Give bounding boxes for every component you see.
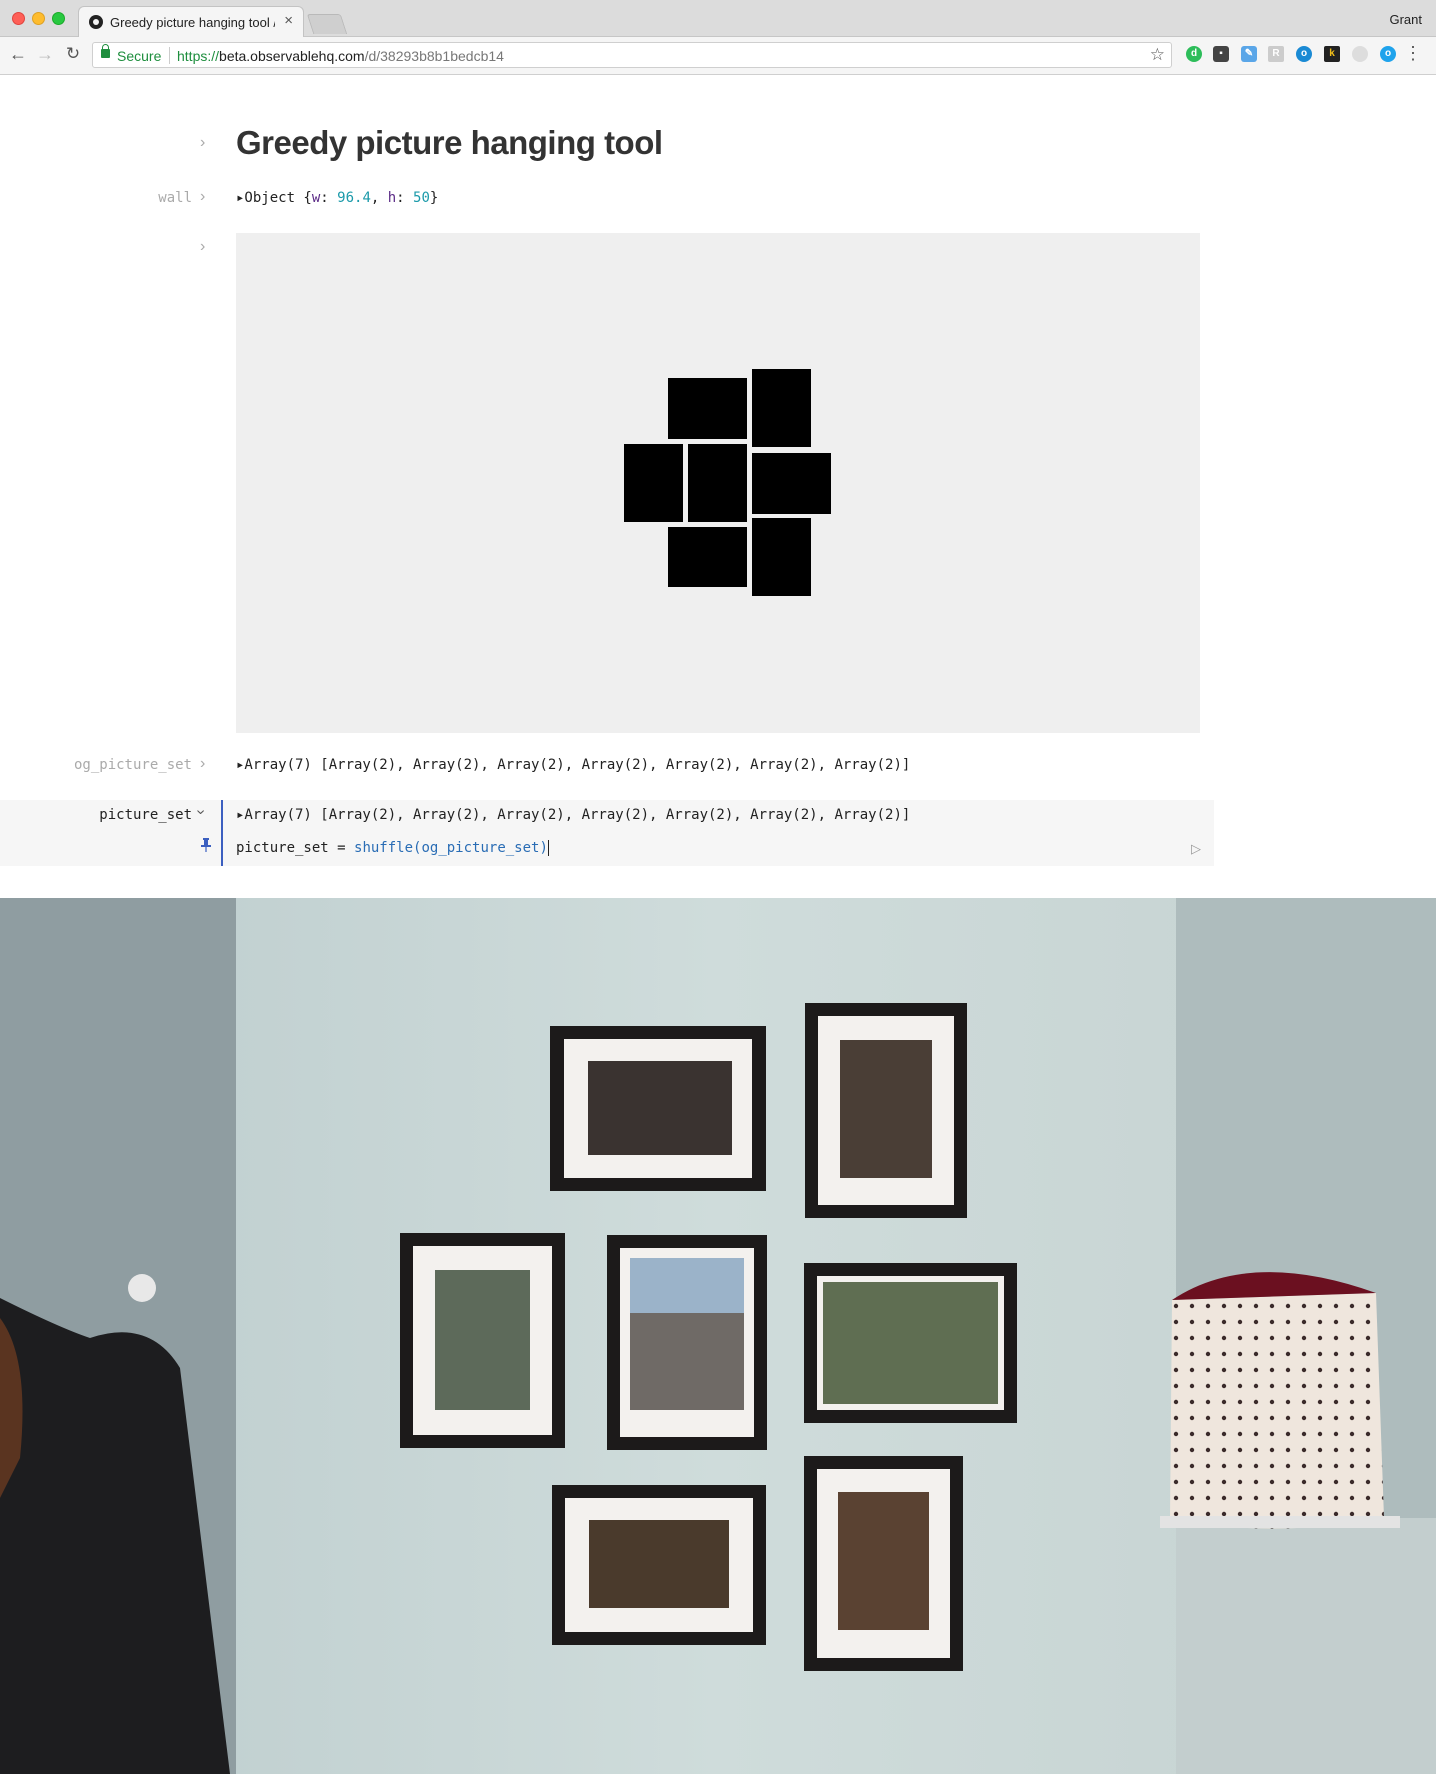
- extension-camera-icon[interactable]: ▪: [1213, 46, 1229, 62]
- lock-icon: [101, 44, 110, 58]
- url-scheme: https://: [177, 48, 220, 64]
- window-minimize-button[interactable]: [32, 12, 45, 25]
- secure-label: Secure: [117, 48, 162, 64]
- address-bar[interactable]: Secure https://beta.observablehq.com/d/3…: [92, 42, 1172, 68]
- wall-w-key: w: [311, 190, 321, 206]
- extension-blue-circle-icon[interactable]: o: [1380, 46, 1396, 62]
- picture-rect: [688, 444, 747, 522]
- page-title: Greedy picture hanging tool: [236, 124, 663, 161]
- wall-chevron-icon[interactable]: ›: [200, 188, 205, 206]
- run-cell-icon[interactable]: ▷: [1191, 841, 1201, 857]
- photo-frame: [804, 1263, 1017, 1423]
- photo-frame: [607, 1235, 767, 1450]
- extension-shield-icon[interactable]: [1352, 46, 1368, 62]
- picture-set-chevron-down-icon[interactable]: ›: [192, 809, 210, 814]
- extension-pen-icon[interactable]: ✎: [1241, 46, 1257, 62]
- wall-h-value: 50: [413, 190, 430, 206]
- photo-frame: [804, 1456, 963, 1671]
- browser-toolbar: ← → ↻ Secure https://beta.observablehq.c…: [0, 37, 1436, 75]
- window-close-button[interactable]: [12, 12, 25, 25]
- wall-photo-illustration: [0, 898, 1436, 1774]
- tab-close-icon[interactable]: ×: [284, 12, 293, 29]
- photo-frame: [550, 1026, 766, 1191]
- code-function: shuffle: [354, 840, 414, 856]
- picture-set-output[interactable]: ▸Array(7) [Array(2), Array(2), Array(2),…: [236, 807, 910, 823]
- profile-name[interactable]: Grant: [1389, 12, 1422, 27]
- picture-rect: [624, 444, 683, 522]
- url-path: /d/38293b8b1bedcb14: [364, 48, 504, 64]
- focused-cell-indicator: [221, 800, 223, 866]
- og-picture-set-output[interactable]: ▸Array(7) [Array(2), Array(2), Array(2),…: [236, 757, 910, 773]
- og-picture-set-chevron-icon[interactable]: ›: [200, 755, 205, 773]
- extension-ring-icon[interactable]: o: [1296, 46, 1312, 62]
- reload-icon[interactable]: ↻: [63, 44, 83, 64]
- picture-set-code-editor[interactable]: picture_set = shuffle(og_picture_set): [236, 840, 549, 856]
- new-tab-button[interactable]: [306, 14, 348, 34]
- code-lhs: picture_set =: [236, 840, 355, 856]
- wall-output[interactable]: ▸Object {w: 96.4, h: 50}: [236, 190, 438, 206]
- hanging-layout-canvas: [236, 233, 1200, 733]
- pin-icon[interactable]: [201, 838, 211, 852]
- tab-title: Greedy picture hanging tool / Ob: [110, 15, 275, 30]
- browser-menu-icon[interactable]: ⋮: [1404, 43, 1422, 64]
- extension-r-icon[interactable]: R: [1268, 46, 1284, 62]
- extension-green-icon[interactable]: d: [1186, 46, 1202, 62]
- wall-photo: [0, 898, 1436, 1774]
- observable-favicon-icon: [89, 15, 103, 29]
- browser-tab-bar: Greedy picture hanging tool / Ob × Grant: [0, 0, 1436, 37]
- extension-k-icon[interactable]: k: [1324, 46, 1340, 62]
- cell-name-picture-set: picture_set: [99, 807, 192, 823]
- title-cell-chevron-icon[interactable]: ›: [200, 134, 205, 152]
- photo-frame: [400, 1233, 565, 1448]
- text-cursor: [547, 840, 549, 856]
- wall-h-key: h: [387, 190, 397, 206]
- picture-rect: [752, 518, 811, 596]
- wall-w-value: 96.4: [337, 190, 371, 206]
- bookmark-star-icon[interactable]: ☆: [1150, 45, 1165, 65]
- canvas-chevron-icon[interactable]: ›: [200, 238, 205, 256]
- back-arrow-icon[interactable]: ←: [8, 44, 28, 65]
- forward-arrow-icon[interactable]: →: [35, 44, 55, 65]
- photo-frame: [805, 1003, 967, 1218]
- code-args: (og_picture_set): [413, 840, 548, 856]
- cell-name-wall: wall: [158, 190, 192, 206]
- picture-rect: [668, 378, 747, 439]
- url-separator: [169, 47, 170, 64]
- window-maximize-button[interactable]: [52, 12, 65, 25]
- photo-frame: [552, 1485, 766, 1645]
- picture-rect: [668, 527, 747, 587]
- url-text[interactable]: https://beta.observablehq.com/d/38293b8b…: [177, 48, 504, 64]
- picture-rect: [752, 453, 831, 514]
- browser-tab-active[interactable]: Greedy picture hanging tool / Ob ×: [78, 6, 304, 37]
- picture-rect: [752, 369, 811, 447]
- wall-prefix: ▸Object {: [236, 190, 312, 206]
- wall-suffix: }: [429, 190, 439, 206]
- url-host: beta.observablehq.com: [219, 48, 365, 64]
- cell-name-og-picture-set: og_picture_set: [73, 757, 192, 773]
